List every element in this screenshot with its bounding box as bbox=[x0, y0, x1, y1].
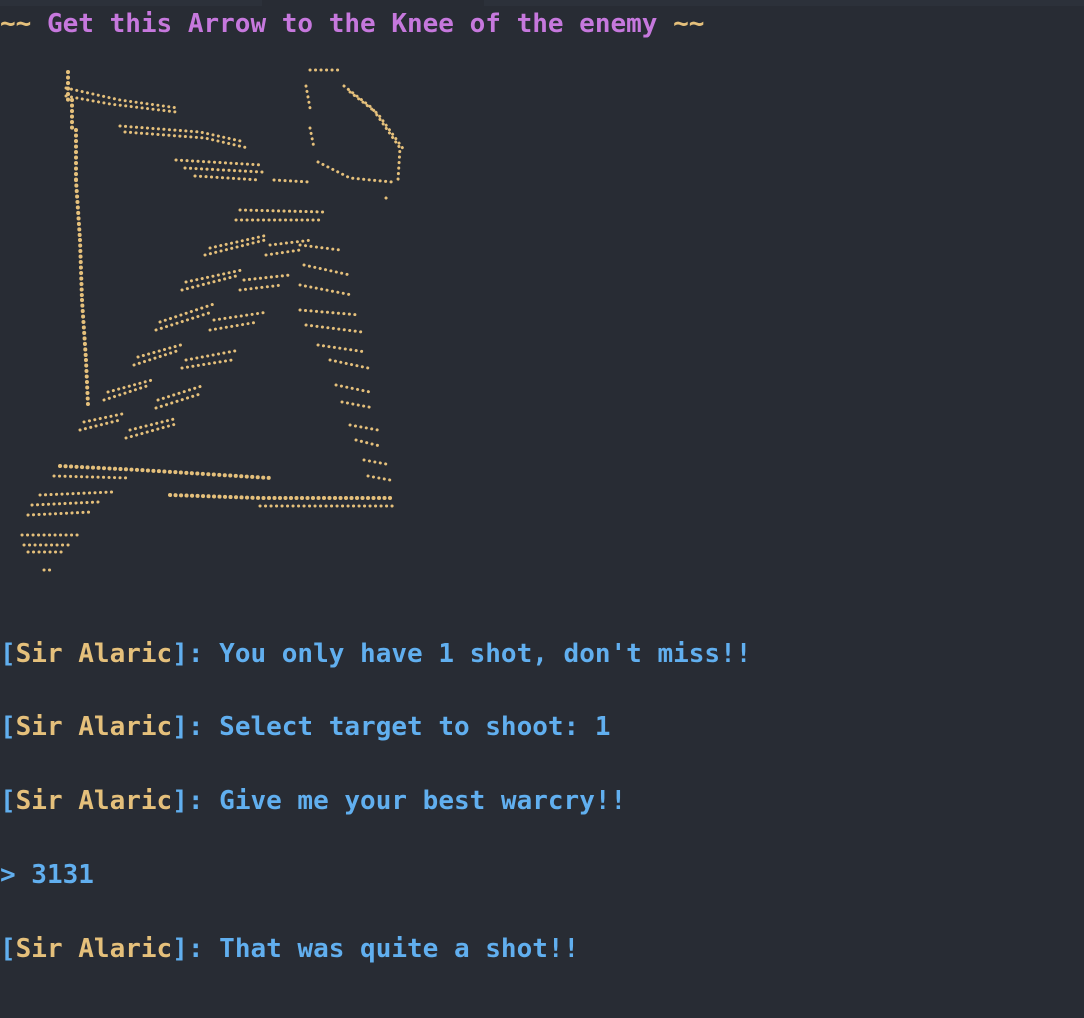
dialog-line: [Sir Alaric]: You only have 1 shot, don'… bbox=[0, 639, 752, 669]
speaker-name: Sir Alaric bbox=[15, 786, 173, 816]
dialog-text: : Select target to shoot: 1 bbox=[187, 712, 611, 742]
input-prompt: > bbox=[0, 860, 16, 890]
banner-prefix: ~~ bbox=[0, 9, 32, 39]
input-line[interactable]: > 3131 bbox=[0, 857, 94, 893]
speaker-name: Sir Alaric bbox=[15, 712, 173, 742]
dialog-line: [Sir Alaric]: Select target to shoot: 1 bbox=[0, 712, 611, 742]
banner-suffix: ~~ bbox=[673, 9, 705, 39]
input-value[interactable]: 3131 bbox=[16, 860, 94, 890]
dialog-line: [Sir Alaric]: Give me your best warcry!! bbox=[0, 786, 627, 816]
banner-text: Get this Arrow to the Knee of the enemy bbox=[31, 9, 674, 39]
speaker-name: Sir Alaric bbox=[15, 934, 173, 964]
bow-and-arrow-icon bbox=[20, 68, 406, 572]
banner-title: ~~ Get this Arrow to the Knee of the ene… bbox=[0, 6, 704, 42]
dialog-text: : That was quite a shot!! bbox=[187, 934, 580, 964]
dialog-text: : Give me your best warcry!! bbox=[187, 786, 627, 816]
speaker-name: Sir Alaric bbox=[15, 639, 173, 669]
dialog-text: : You only have 1 shot, don't miss!! bbox=[187, 639, 752, 669]
dialog-line: [Sir Alaric]: That was quite a shot!! bbox=[0, 934, 580, 964]
